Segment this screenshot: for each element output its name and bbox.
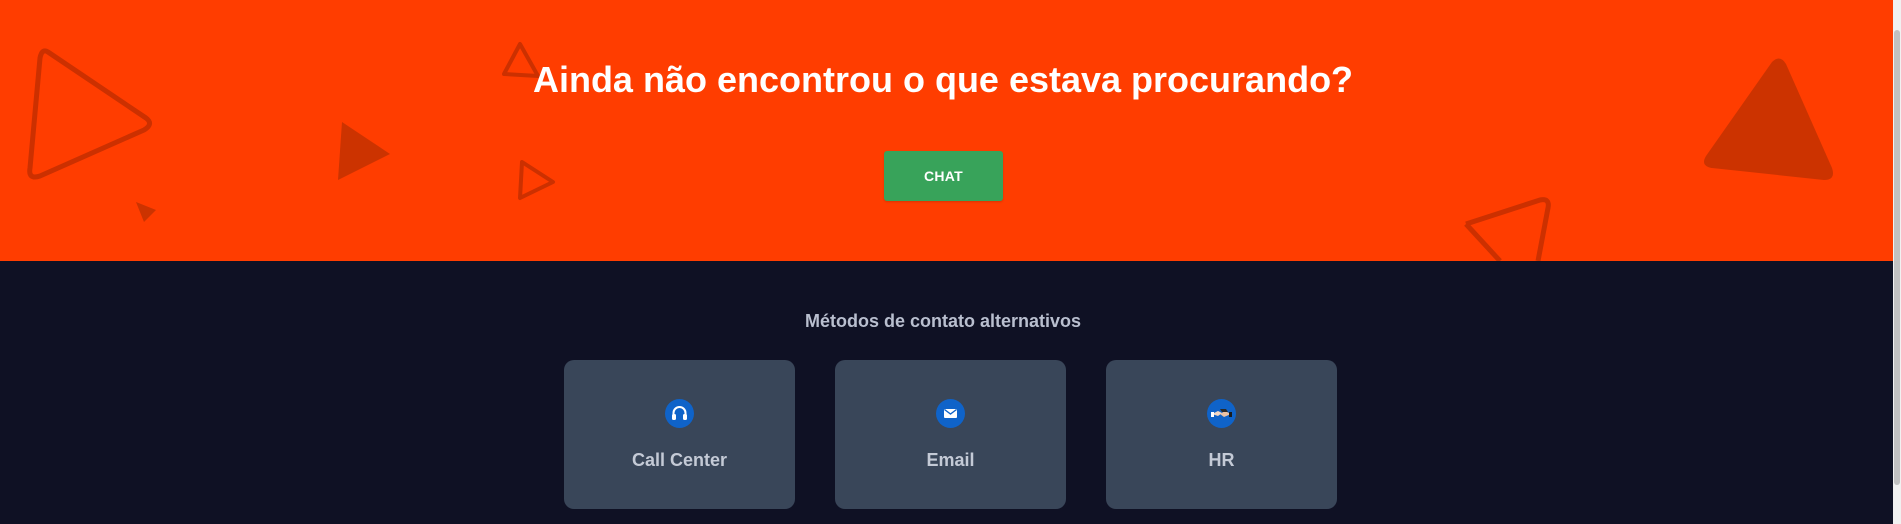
hero-title: Ainda não encontrou o que estava procura… [532, 59, 1354, 100]
hr-card[interactable]: HR [1106, 360, 1337, 509]
handshake-icon [1207, 399, 1236, 428]
vertical-scrollbar[interactable] [1893, 0, 1901, 524]
page: Ainda não encontrou o que estava procura… [0, 0, 1901, 524]
call-center-card[interactable]: Call Center [564, 360, 795, 509]
email-label: Email [926, 450, 975, 470]
hero-banner: Ainda não encontrou o que estava procura… [0, 0, 1893, 261]
envelope-icon [936, 399, 965, 428]
scrollbar-thumb[interactable] [1894, 30, 1900, 485]
contact-methods-heading: Métodos de contato alternativos [804, 311, 1082, 331]
email-card[interactable]: Email [835, 360, 1066, 509]
hr-label: HR [1208, 450, 1235, 470]
alternative-contact-section: Métodos de contato alternativos Call Cen… [0, 261, 1893, 524]
headset-icon [665, 399, 694, 428]
call-center-label: Call Center [631, 450, 728, 470]
decorative-triangles [27, 42, 1833, 261]
chat-button[interactable]: CHAT [884, 151, 1003, 201]
